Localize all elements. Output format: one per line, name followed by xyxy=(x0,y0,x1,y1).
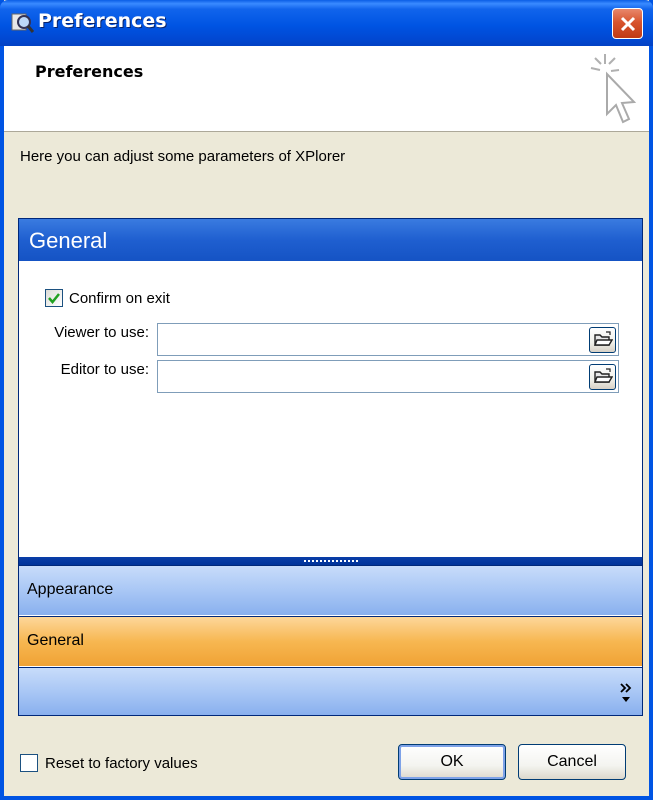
editor-label: Editor to use: xyxy=(60,361,149,378)
editor-browse-button[interactable] xyxy=(589,364,616,390)
open-folder-icon xyxy=(593,368,613,383)
cancel-button[interactable]: Cancel xyxy=(518,744,626,780)
settings-panel: General Confirm on exit Viewer to use: E… xyxy=(18,218,643,716)
header-title: Preferences xyxy=(35,62,144,81)
viewer-input[interactable] xyxy=(158,324,578,355)
app-icon xyxy=(11,13,34,33)
title-bar[interactable]: Preferences xyxy=(0,0,653,46)
viewer-browse-button[interactable] xyxy=(589,327,616,353)
preferences-window: Preferences Preferences Here you can adj… xyxy=(0,0,653,800)
panel-title: General xyxy=(19,219,642,261)
confirm-on-exit-label: Confirm on exit xyxy=(69,289,170,307)
editor-field xyxy=(157,360,619,393)
viewer-label: Viewer to use: xyxy=(54,324,149,341)
reset-factory-label: Reset to factory values xyxy=(45,754,198,772)
open-folder-icon xyxy=(593,331,613,346)
pointer-sparkle-icon xyxy=(590,54,637,124)
panel-content: Confirm on exit Viewer to use: Editor to… xyxy=(19,261,642,557)
viewer-field xyxy=(157,323,619,356)
close-button[interactable] xyxy=(612,8,643,39)
ok-button[interactable]: OK xyxy=(398,744,506,780)
panel-splitter[interactable] xyxy=(19,557,642,565)
editor-input[interactable] xyxy=(158,361,578,392)
overflow-chevron-icon[interactable] xyxy=(618,682,634,706)
nav-overflow-bar xyxy=(19,667,642,715)
checkmark-icon xyxy=(48,293,60,304)
close-icon xyxy=(620,16,635,31)
window-title: Preferences xyxy=(38,10,167,32)
description-text: Here you can adjust some parameters of X… xyxy=(20,148,346,165)
nav-general[interactable]: General xyxy=(19,616,642,666)
nav-appearance[interactable]: Appearance xyxy=(19,565,642,615)
reset-row[interactable]: Reset to factory values xyxy=(20,754,198,772)
confirm-on-exit-checkbox[interactable] xyxy=(45,289,63,307)
confirm-on-exit-row[interactable]: Confirm on exit xyxy=(45,289,170,307)
dialog-header: Preferences xyxy=(4,46,649,132)
reset-factory-checkbox[interactable] xyxy=(20,754,38,772)
splitter-grip xyxy=(303,560,358,562)
